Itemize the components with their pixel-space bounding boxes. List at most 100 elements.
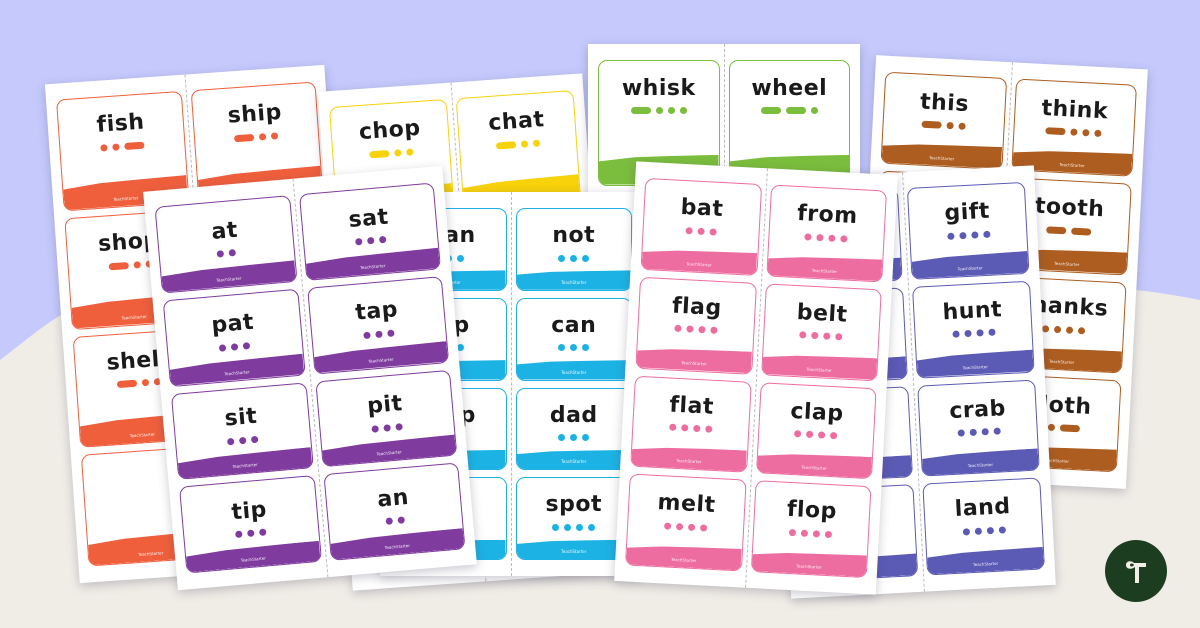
sound-dot-icon: [667, 107, 675, 115]
sound-dot-icon: [1094, 129, 1102, 138]
sound-markers: [685, 226, 717, 236]
sound-dot-icon: [811, 332, 819, 340]
flashcard: sat TeachStarter: [298, 182, 441, 281]
sound-dot-icon: [1053, 325, 1062, 333]
card-footer-band: TeachStarter: [313, 341, 448, 373]
sound-dash-icon: [1070, 227, 1092, 236]
teachstarter-logo-icon[interactable]: [1105, 540, 1167, 602]
sound-dot-icon: [374, 330, 383, 339]
sound-dot-icon: [406, 148, 414, 156]
sound-dot-icon: [828, 234, 836, 242]
sound-dot-icon: [582, 434, 590, 442]
flashcard-word: at: [210, 217, 239, 245]
card-footer-brand: TeachStarter: [972, 560, 999, 568]
sound-dot-icon: [799, 331, 807, 339]
flashcard-word: hunt: [942, 297, 1003, 326]
sound-markers: [145, 476, 146, 484]
flashcard-word: flag: [671, 293, 723, 321]
card-footer-brand: TeachStarter: [561, 549, 587, 554]
card-footer-band: TeachStarter: [642, 247, 757, 274]
sound-dot-icon: [823, 332, 831, 341]
card-footer-band: TeachStarter: [186, 541, 321, 573]
sound-dot-icon: [239, 436, 247, 445]
flashcard: crab TeachStarter: [917, 379, 1040, 477]
sound-dot-icon: [970, 231, 979, 239]
card-footer-brand: TeachStarter: [561, 279, 587, 285]
sound-dot-icon: [133, 260, 141, 269]
flashcard: land TeachStarter: [922, 477, 1045, 576]
flashcard-word: crab: [948, 395, 1007, 424]
card-footer-brand: TeachStarter: [801, 464, 827, 472]
card-footer-band: TeachStarter: [305, 248, 440, 280]
sound-dot-icon: [1082, 129, 1090, 137]
sound-dot-icon: [993, 427, 1001, 436]
flashcard-word: clap: [789, 398, 845, 427]
sound-dot-icon: [981, 428, 989, 436]
sound-markers: [760, 107, 818, 115]
sound-dot-icon: [582, 344, 590, 352]
sound-dot-icon: [228, 249, 237, 257]
sound-markers: [99, 141, 145, 152]
sound-dot-icon: [655, 107, 663, 115]
sound-dot-icon: [219, 344, 227, 352]
sound-dot-icon: [558, 254, 566, 262]
sound-markers: [369, 148, 414, 159]
sound-dot-icon: [962, 528, 970, 536]
sound-dot-icon: [235, 530, 243, 539]
flashcard-word: bat: [680, 194, 724, 223]
sound-dot-icon: [957, 429, 965, 437]
card-footer-brand: TeachStarter: [561, 459, 587, 465]
sound-markers: [804, 232, 848, 243]
flashcard: clap TeachStarter: [755, 381, 877, 480]
flashcard-word: think: [1040, 95, 1109, 125]
sound-dot-icon: [570, 344, 578, 352]
sound-markers: [1041, 324, 1085, 335]
card-footer-brand: TeachStarter: [967, 462, 994, 469]
sound-dot-icon: [378, 236, 387, 244]
sound-dash-icon: [1045, 127, 1066, 136]
sound-dot-icon: [386, 329, 395, 338]
flashcard: gift TeachStarter: [906, 181, 1030, 280]
sound-dot-icon: [679, 107, 687, 115]
flashcard-word: sat: [347, 204, 390, 233]
sound-dot-icon: [558, 344, 566, 352]
sound-dot-icon: [1077, 326, 1085, 335]
sound-dash-icon: [123, 141, 145, 150]
flashcard-word: dad: [549, 402, 598, 428]
card-footer-brand: TeachStarter: [962, 363, 989, 370]
sound-dot-icon: [987, 329, 996, 337]
card-footer-band: TeachStarter: [762, 352, 877, 379]
card-footer-band: TeachStarter: [757, 451, 872, 478]
sound-dot-icon: [704, 425, 713, 433]
flashcard: flop TeachStarter: [750, 480, 872, 579]
sound-dot-icon: [806, 430, 814, 439]
sound-dot-icon: [570, 434, 578, 442]
flashcard: from TeachStarter: [765, 184, 887, 283]
card-footer-brand: TeachStarter: [796, 563, 822, 570]
sound-dash-icon: [234, 133, 255, 143]
card-footer-brand: TeachStarter: [232, 462, 258, 470]
sound-markers: [227, 435, 259, 446]
sound-markers: [108, 259, 153, 270]
sound-markers: [354, 236, 387, 247]
sound-dot-icon: [692, 424, 701, 433]
sound-dot-icon: [697, 227, 705, 235]
flashcard: at TeachStarter: [154, 195, 298, 294]
sound-dot-icon: [986, 526, 994, 535]
sound-dot-icon: [1041, 324, 1050, 333]
card-footer-band: TeachStarter: [516, 270, 631, 290]
sound-dot-icon: [564, 523, 572, 531]
sound-dot-icon: [804, 232, 812, 241]
sound-dot-icon: [835, 333, 843, 341]
sound-markers: [674, 324, 718, 335]
sound-dot-icon: [1047, 424, 1056, 432]
card-footer-band: TeachStarter: [626, 543, 741, 570]
flashcard-word: whisk: [621, 75, 696, 101]
card-footer-brand: TeachStarter: [224, 368, 250, 376]
sound-dot-icon: [247, 529, 255, 538]
sound-dot-icon: [789, 528, 797, 537]
sound-markers: [234, 132, 279, 143]
flashcard-word: sit: [223, 403, 259, 432]
flashcard-word: land: [954, 494, 1012, 523]
sound-dot-icon: [582, 254, 590, 262]
